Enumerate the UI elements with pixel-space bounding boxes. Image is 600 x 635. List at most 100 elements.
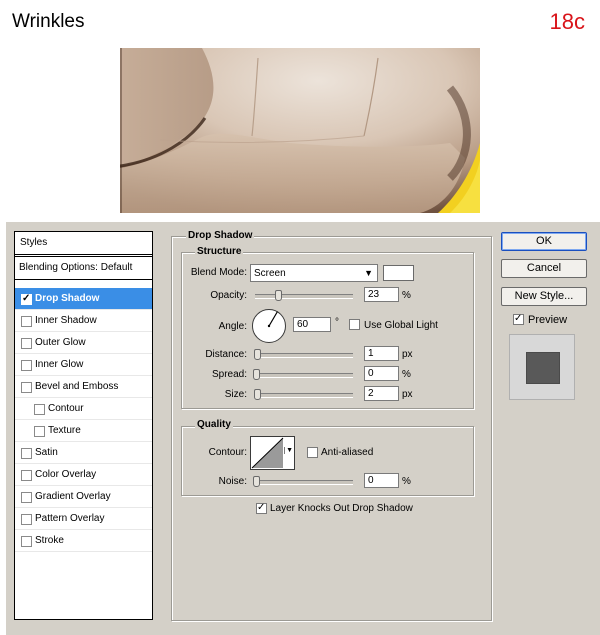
angle-label: Angle: — [218, 321, 247, 332]
opacity-slider[interactable] — [255, 290, 353, 301]
preview-square — [526, 352, 560, 384]
style-item-gradient-overlay[interactable]: Gradient Overlay — [15, 486, 152, 508]
style-item-color-overlay[interactable]: Color Overlay — [15, 464, 152, 486]
spread-label: Spread: — [211, 369, 247, 380]
style-item-label: Inner Glow — [35, 359, 84, 370]
style-item-drop-shadow[interactable]: ✓ Drop Shadow — [15, 288, 152, 310]
style-item-outer-glow[interactable]: Outer Glow — [15, 332, 152, 354]
blending-options-label: Blending Options: Default — [19, 262, 133, 273]
structure-title: Structure — [195, 246, 244, 257]
noise-slider-thumb[interactable] — [253, 476, 260, 487]
style-item-checkbox[interactable] — [21, 492, 32, 503]
size-slider-thumb[interactable] — [254, 389, 261, 400]
style-item-checkbox[interactable] — [34, 426, 45, 437]
quality-title: Quality — [195, 419, 233, 430]
style-item-checkbox[interactable] — [21, 316, 32, 327]
preview-checkbox[interactable]: ✓ — [513, 313, 524, 325]
style-item-label: Gradient Overlay — [35, 491, 111, 502]
step-number: 18c — [549, 9, 585, 34]
angle-field[interactable]: 60 — [293, 317, 331, 332]
blending-options-item[interactable]: Blending Options: Default — [15, 256, 152, 280]
preview-label[interactable]: Preview — [528, 314, 567, 326]
spread-slider[interactable] — [253, 369, 353, 380]
style-item-satin[interactable]: Satin — [15, 442, 152, 464]
spread-unit: % — [402, 369, 411, 380]
distance-field[interactable]: 1 — [364, 346, 399, 361]
opacity-unit: % — [402, 290, 411, 301]
checkmark-icon: ✓ — [514, 313, 523, 324]
style-item-label: Pattern Overlay — [35, 513, 105, 524]
noise-slider[interactable] — [253, 476, 353, 487]
style-item-checkbox[interactable] — [21, 382, 32, 393]
noise-field[interactable]: 0 — [364, 473, 399, 488]
style-item-checkbox[interactable]: ✓ — [21, 293, 32, 305]
distance-unit: px — [402, 349, 413, 360]
contour-label: Contour: — [208, 447, 247, 458]
style-item-inner-shadow[interactable]: Inner Shadow — [15, 310, 152, 332]
checkmark-icon: ✓ — [257, 502, 266, 513]
style-item-label: Outer Glow — [35, 337, 86, 348]
size-field[interactable]: 2 — [364, 386, 399, 401]
style-item-inner-glow[interactable]: Inner Glow — [15, 354, 152, 376]
anti-aliased-checkbox[interactable] — [307, 447, 318, 458]
new-style-button[interactable]: New Style... — [501, 287, 587, 306]
opacity-label: Opacity: — [210, 290, 247, 301]
style-item-checkbox[interactable] — [34, 404, 45, 415]
contour-linear-icon — [251, 437, 284, 469]
style-item-contour[interactable]: Contour — [15, 398, 152, 420]
styles-heading: Styles — [20, 237, 48, 248]
style-item-checkbox[interactable] — [21, 514, 32, 525]
style-item-label: Inner Shadow — [35, 315, 97, 326]
style-preview-thumbnail — [509, 334, 575, 400]
style-item-label: Contour — [48, 403, 84, 414]
layer-knocks-out-label[interactable]: Layer Knocks Out Drop Shadow — [270, 503, 413, 514]
angle-dial[interactable] — [251, 308, 287, 344]
blend-mode-label: Blend Mode: — [190, 267, 247, 278]
ok-button[interactable]: OK — [501, 232, 587, 251]
spread-field[interactable]: 0 — [364, 366, 399, 381]
use-global-light-checkbox[interactable] — [349, 319, 360, 330]
style-item-checkbox[interactable] — [21, 360, 32, 371]
drop-shadow-title: Drop Shadow — [186, 230, 255, 241]
blend-mode-value: Screen — [254, 268, 286, 279]
style-item-checkbox[interactable] — [21, 470, 32, 481]
opacity-field[interactable]: 23 — [364, 287, 399, 302]
style-item-stroke[interactable]: Stroke — [15, 530, 152, 552]
shadow-color-swatch[interactable] — [383, 265, 414, 281]
contour-picker[interactable]: ▼ — [250, 436, 295, 470]
style-item-pattern-overlay[interactable]: Pattern Overlay — [15, 508, 152, 530]
size-slider[interactable] — [254, 389, 353, 400]
layer-knocks-out-checkbox[interactable]: ✓ — [256, 502, 267, 514]
opacity-slider-thumb[interactable] — [275, 290, 282, 301]
size-label: Size: — [224, 389, 247, 400]
style-item-label: Drop Shadow — [35, 293, 100, 304]
layer-style-dialog: Styles Blending Options: Default ✓ Drop S… — [6, 222, 600, 635]
wrinkles-preview-image — [120, 48, 480, 213]
distance-label: Distance: — [205, 349, 247, 360]
style-item-texture[interactable]: Texture — [15, 420, 152, 442]
noise-label: Noise: — [218, 476, 247, 487]
blend-mode-select[interactable]: Screen ▼ — [250, 264, 378, 282]
size-unit: px — [402, 389, 413, 400]
style-item-bevel-and-emboss[interactable]: Bevel and Emboss — [15, 376, 152, 398]
noise-unit: % — [402, 476, 411, 487]
cancel-button[interactable]: Cancel — [501, 259, 587, 278]
page-title: Wrinkles — [12, 11, 85, 32]
spread-slider-thumb[interactable] — [253, 369, 260, 380]
style-item-checkbox[interactable] — [21, 448, 32, 459]
styles-list: Styles Blending Options: Default ✓ Drop S… — [14, 231, 153, 620]
style-item-label: Texture — [48, 425, 81, 436]
style-item-label: Stroke — [35, 535, 64, 546]
chevron-down-icon: ▼ — [364, 268, 373, 278]
style-item-checkbox[interactable] — [21, 536, 32, 547]
style-item-label: Satin — [35, 447, 58, 458]
style-item-checkbox[interactable] — [21, 338, 32, 349]
styles-header[interactable]: Styles — [15, 232, 152, 255]
angle-unit: ° — [335, 317, 339, 328]
distance-slider-thumb[interactable] — [254, 349, 261, 360]
use-global-light-label[interactable]: Use Global Light — [364, 320, 438, 331]
chevron-down-icon[interactable]: ▼ — [284, 447, 293, 454]
style-item-label: Bevel and Emboss — [35, 381, 119, 392]
anti-aliased-label[interactable]: Anti-aliased — [321, 447, 373, 458]
distance-slider[interactable] — [254, 349, 353, 360]
